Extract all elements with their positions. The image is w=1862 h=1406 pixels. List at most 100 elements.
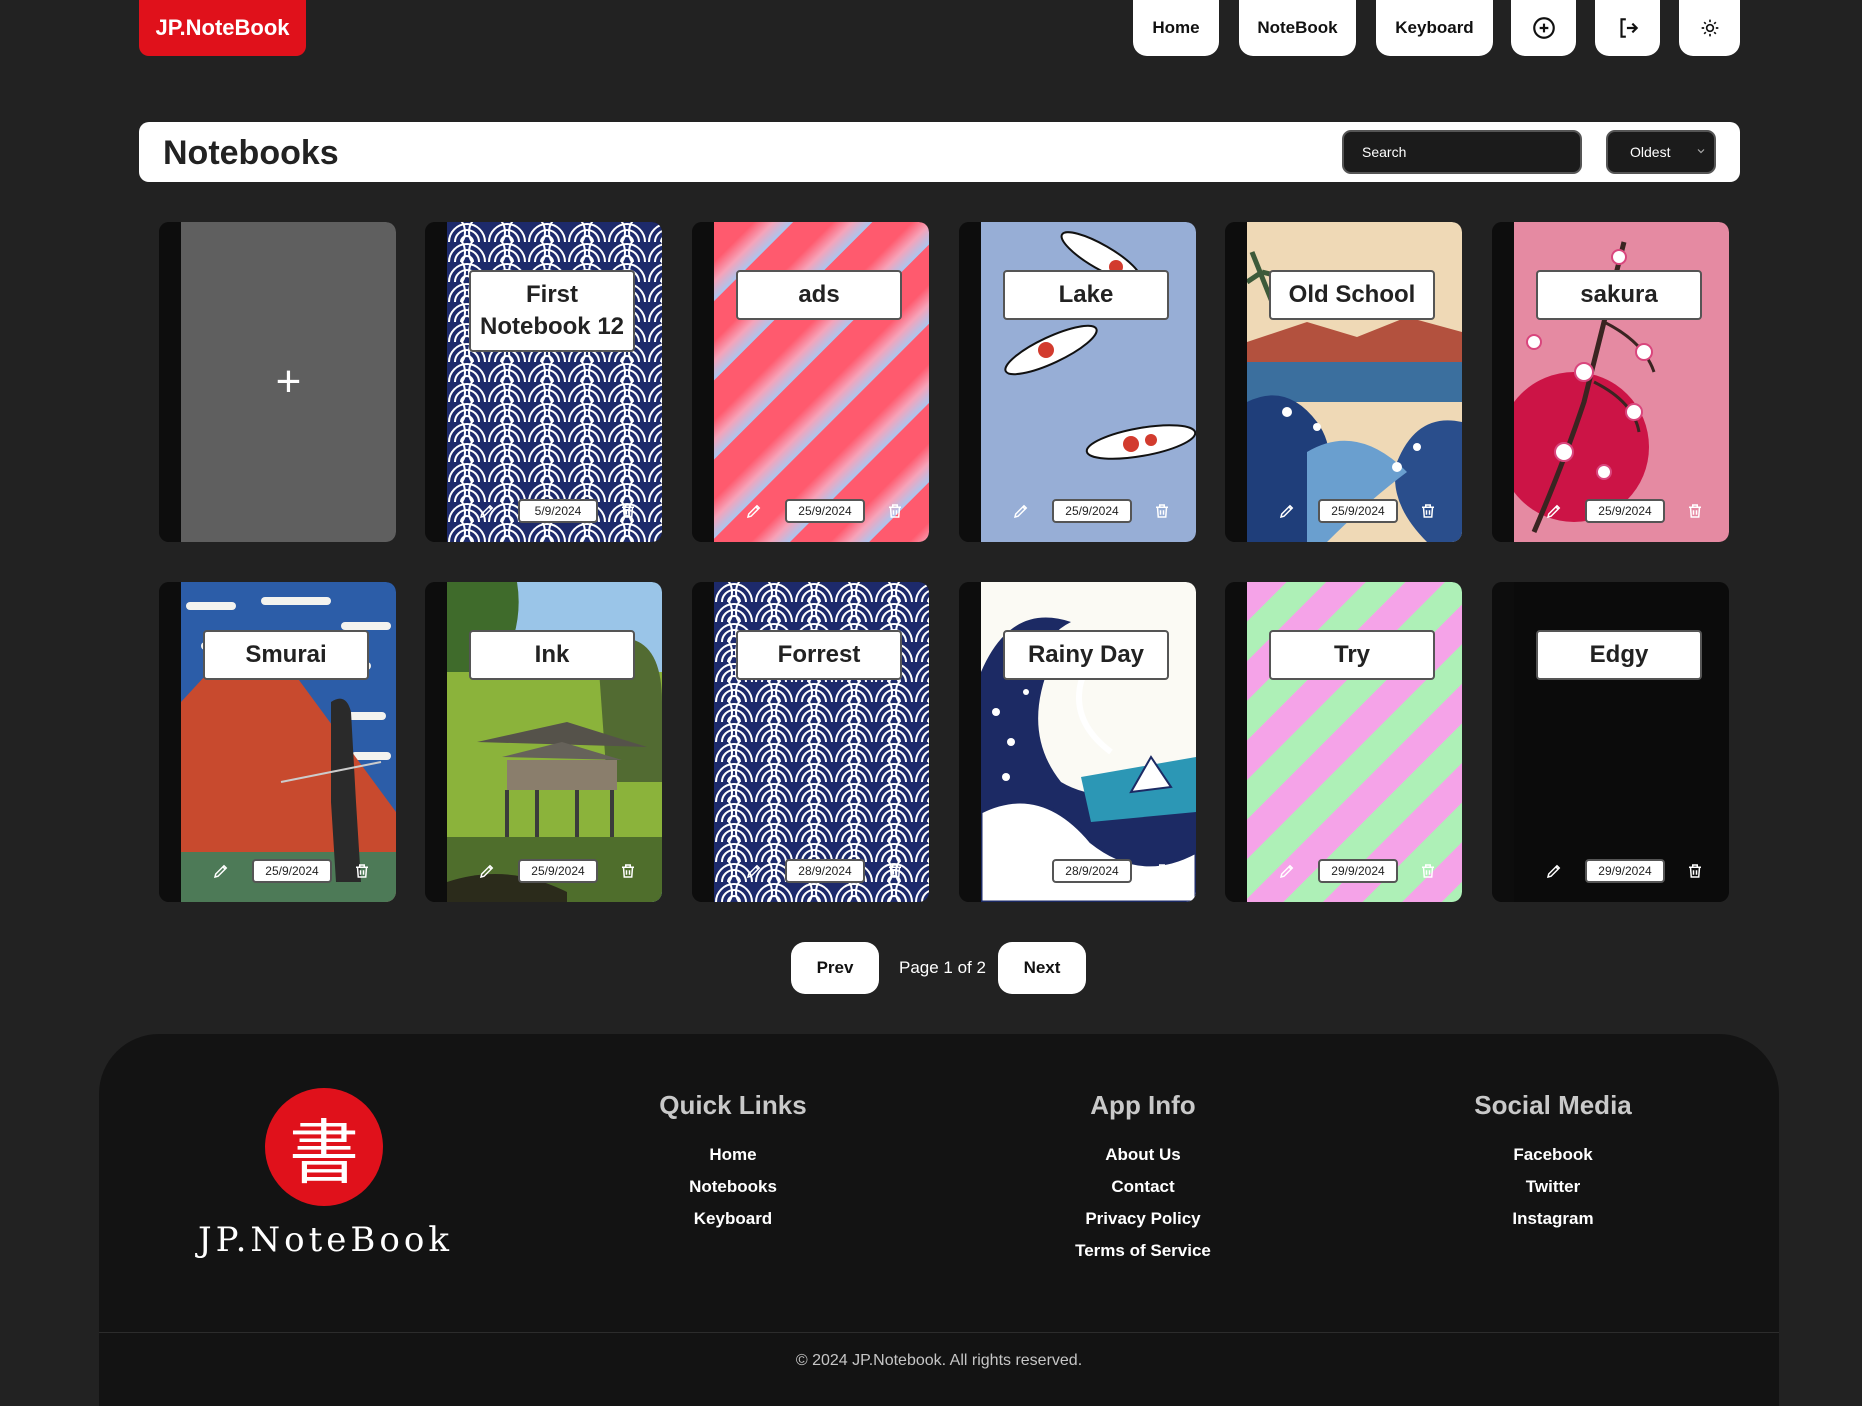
notebook-spine	[1492, 222, 1514, 542]
edit-icon[interactable]	[1012, 502, 1032, 522]
page-title: Notebooks	[163, 134, 339, 172]
app-info-column: App Info About Us Contact Privacy Policy…	[1013, 1090, 1273, 1267]
nav-home[interactable]: Home	[1133, 0, 1219, 56]
delete-icon[interactable]	[619, 502, 639, 522]
footer-link-facebook[interactable]: Facebook	[1423, 1139, 1683, 1171]
edit-icon[interactable]	[478, 862, 498, 882]
social-media-column: Social Media Facebook Twitter Instagram	[1423, 1090, 1683, 1235]
nav-keyboard[interactable]: Keyboard	[1376, 0, 1493, 56]
app-info-heading: App Info	[1090, 1090, 1196, 1120]
notebook-spine	[425, 582, 447, 902]
edit-icon[interactable]	[1545, 862, 1565, 882]
notebook-spine	[159, 222, 181, 542]
page-indicator: Page 1 of 2	[899, 958, 986, 977]
notebook-card[interactable]: ads 25/9/2024	[692, 222, 929, 542]
notebook-card[interactable]: Lake 25/9/2024	[959, 222, 1196, 542]
notebook-spine	[425, 222, 447, 542]
footer-link-notebooks[interactable]: Notebooks	[603, 1171, 863, 1203]
notebook-card[interactable]: Ink 25/9/2024	[425, 582, 662, 902]
copyright-text: © 2024 JP.Notebook. All rights reserved.	[795, 1352, 1083, 1369]
notebook-title: Old School	[1269, 270, 1435, 320]
edit-icon[interactable]	[745, 502, 765, 522]
footer-link-twitter[interactable]: Twitter	[1423, 1171, 1683, 1203]
notebook-date: 25/9/2024	[1318, 499, 1398, 523]
notebook-title: Rainy Day	[1003, 630, 1169, 680]
plus-circle-icon	[1532, 17, 1555, 39]
notebook-date: 29/9/2024	[1585, 859, 1665, 883]
brand-logo-button[interactable]: JP.NoteBook	[139, 0, 306, 56]
next-page-button[interactable]: Next	[998, 942, 1086, 994]
edit-icon[interactable]	[1278, 502, 1298, 522]
sun-icon	[1701, 19, 1718, 37]
notebook-spine	[692, 222, 714, 542]
notebook-spine	[692, 582, 714, 902]
prev-page-button[interactable]: Prev	[791, 942, 879, 994]
delete-icon[interactable]	[1686, 502, 1706, 522]
notebook-title: sakura	[1536, 270, 1702, 320]
notebook-title: Edgy	[1536, 630, 1702, 680]
notebook-card[interactable]: Smurai 25/9/2024	[159, 582, 396, 902]
delete-icon[interactable]	[886, 502, 906, 522]
logout-button[interactable]	[1595, 0, 1660, 56]
notebook-date: 28/9/2024	[785, 859, 865, 883]
edit-icon[interactable]	[1012, 862, 1032, 882]
notebook-card[interactable]: Edgy 29/9/2024	[1492, 582, 1729, 902]
theme-toggle-button[interactable]	[1679, 0, 1740, 56]
notebook-spine	[959, 582, 981, 902]
delete-icon[interactable]	[1419, 502, 1439, 522]
notebook-card[interactable]: Forrest 28/9/2024	[692, 582, 929, 902]
edit-icon[interactable]	[1278, 862, 1298, 882]
footer-link-home[interactable]: Home	[603, 1139, 863, 1171]
notebook-date: 25/9/2024	[1052, 499, 1132, 523]
notebook-card[interactable]: Try 29/9/2024	[1225, 582, 1462, 902]
notebook-date: 25/9/2024	[518, 859, 598, 883]
chevron-down-icon	[1697, 149, 1705, 154]
notebook-title: Lake	[1003, 270, 1169, 320]
edit-icon[interactable]	[478, 502, 498, 522]
nav-notebook[interactable]: NoteBook	[1239, 0, 1356, 56]
notebook-title: First Notebook 12	[469, 270, 635, 352]
delete-icon[interactable]	[1419, 862, 1439, 882]
footer-link-instagram[interactable]: Instagram	[1423, 1203, 1683, 1235]
notebook-card[interactable]: First Notebook 12 5/9/2024	[425, 222, 662, 542]
notebook-spine	[1225, 222, 1247, 542]
site-footer: 書 JP.NoteBook Quick Links Home Notebooks…	[99, 1034, 1779, 1406]
delete-icon[interactable]	[1153, 502, 1173, 522]
footer-link-keyboard[interactable]: Keyboard	[603, 1203, 863, 1235]
footer-logo: 書	[265, 1088, 383, 1206]
edit-icon[interactable]	[1545, 502, 1565, 522]
edit-icon[interactable]	[745, 862, 765, 882]
delete-icon[interactable]	[619, 862, 639, 882]
footer-link-contact[interactable]: Contact	[1013, 1171, 1273, 1203]
notebook-card[interactable]: Old School 25/9/2024	[1225, 222, 1462, 542]
footer-link-about[interactable]: About Us	[1013, 1139, 1273, 1171]
delete-icon[interactable]	[886, 862, 906, 882]
search-input[interactable]	[1342, 130, 1582, 174]
quick-links-column: Quick Links Home Notebooks Keyboard	[603, 1090, 863, 1235]
delete-icon[interactable]	[1686, 862, 1706, 882]
sort-select[interactable]: Oldest	[1606, 130, 1716, 174]
footer-divider	[99, 1332, 1779, 1333]
notebook-spine	[959, 222, 981, 542]
edit-icon[interactable]	[212, 862, 232, 882]
notebook-date: 25/9/2024	[1585, 499, 1665, 523]
logout-icon	[1619, 18, 1638, 38]
quick-links-heading: Quick Links	[659, 1090, 807, 1120]
notebook-date: 28/9/2024	[1052, 859, 1132, 883]
social-media-heading: Social Media	[1474, 1090, 1632, 1120]
delete-icon[interactable]	[353, 862, 373, 882]
notebook-date: 25/9/2024	[252, 859, 332, 883]
delete-icon[interactable]	[1153, 862, 1173, 882]
footer-link-terms[interactable]: Terms of Service	[1013, 1235, 1273, 1267]
add-notebook-button[interactable]	[1511, 0, 1576, 56]
notebook-spine	[159, 582, 181, 902]
notebook-title: ads	[736, 270, 902, 320]
notebook-card[interactable]: Rainy Day 28/9/2024	[959, 582, 1196, 902]
new-notebook-card[interactable]: +	[159, 222, 396, 542]
sort-selected-value: Oldest	[1630, 144, 1671, 160]
notebooks-toolbar: Notebooks Oldest	[139, 122, 1740, 182]
footer-link-privacy[interactable]: Privacy Policy	[1013, 1203, 1273, 1235]
notebook-spine	[1492, 582, 1514, 902]
notebook-title: Forrest	[736, 630, 902, 680]
notebook-card[interactable]: sakura 25/9/2024	[1492, 222, 1729, 542]
